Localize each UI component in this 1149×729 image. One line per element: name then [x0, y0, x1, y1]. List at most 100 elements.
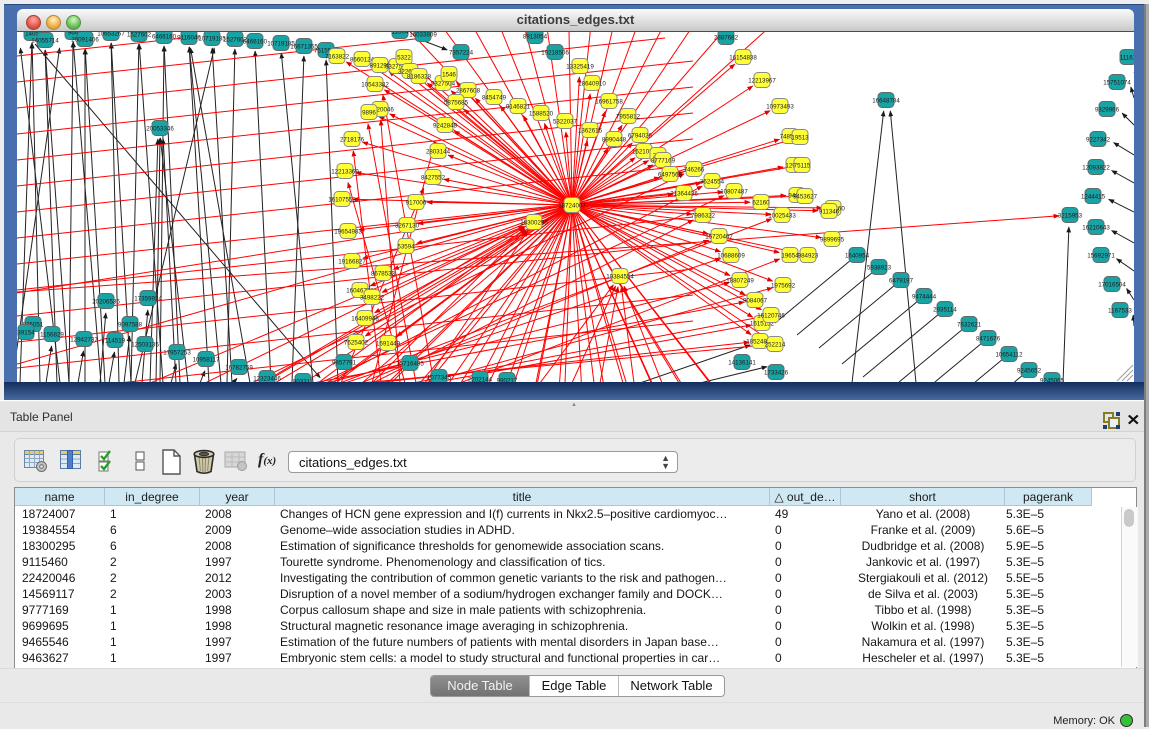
svg-text:9777169: 9777169 [651, 158, 676, 165]
svg-text:8678533: 8678533 [371, 271, 396, 278]
svg-text:7986322: 7986322 [691, 213, 716, 220]
svg-text:7625402: 7625402 [344, 340, 369, 347]
svg-text:21364436: 21364436 [670, 191, 698, 198]
svg-text:18640910: 18640910 [578, 81, 606, 88]
svg-text:9899695: 9899695 [820, 237, 845, 244]
svg-text:19218506: 19218506 [541, 50, 569, 57]
svg-text:8186328: 8186328 [407, 74, 432, 81]
svg-text:3215953: 3215953 [1058, 213, 1083, 220]
svg-text:1975692: 1975692 [771, 283, 796, 290]
svg-text:12093822: 12093822 [1082, 165, 1110, 172]
svg-text:9245652: 9245652 [1017, 368, 1042, 375]
svg-text:11161: 11161 [1120, 55, 1134, 62]
svg-text:2202144: 2202144 [468, 377, 493, 383]
svg-text:10543382: 10543382 [361, 82, 389, 89]
svg-text:15751074: 15751074 [1103, 80, 1131, 87]
svg-text:19654983: 19654983 [334, 229, 362, 236]
svg-text:9245065: 9245065 [1040, 378, 1065, 383]
svg-text:990217: 990217 [497, 378, 518, 383]
svg-text:7955812: 7955812 [616, 114, 641, 121]
svg-text:9453627: 9453627 [793, 194, 818, 201]
svg-text:7163822: 7163822 [325, 54, 350, 61]
svg-text:2887682: 2887682 [714, 35, 739, 42]
svg-text:8471676: 8471676 [976, 336, 1001, 343]
svg-text:252214: 252214 [765, 342, 786, 349]
svg-text:15716485: 15716485 [396, 361, 424, 368]
svg-text:5322037: 5322037 [553, 119, 578, 126]
svg-text:3498222: 3498222 [360, 295, 385, 302]
svg-text:15692971: 15692971 [1087, 253, 1115, 260]
svg-text:8813054: 8813054 [523, 34, 548, 41]
svg-text:16409948: 16409948 [351, 316, 379, 323]
svg-text:9242848: 9242848 [433, 123, 458, 130]
svg-text:114519: 114519 [105, 338, 126, 345]
svg-text:9896: 9896 [362, 110, 376, 117]
svg-text:6794028: 6794028 [628, 133, 653, 140]
svg-text:9084067: 9084067 [743, 298, 768, 305]
svg-text:9857791: 9857791 [332, 360, 357, 367]
svg-text:3624554: 3624554 [700, 179, 725, 186]
svg-text:17016504: 17016504 [1098, 282, 1126, 289]
svg-text:6479197: 6479197 [889, 278, 914, 285]
svg-text:12323446: 12323446 [253, 376, 281, 383]
svg-text:911346: 911346 [819, 209, 840, 216]
svg-text:20206536: 20206536 [92, 299, 120, 306]
svg-text:1167533: 1167533 [1108, 308, 1132, 315]
svg-text:19166827: 19166827 [338, 259, 366, 266]
svg-text:8990448: 8990448 [602, 137, 627, 144]
svg-text:6466160: 6466160 [243, 39, 268, 46]
svg-text:53594: 53594 [397, 244, 415, 251]
svg-text:1733426: 1733426 [764, 370, 789, 377]
svg-text:19654: 19654 [781, 253, 799, 260]
svg-text:16961758: 16961758 [595, 99, 623, 106]
svg-text:903311: 903311 [293, 379, 314, 383]
svg-text:1527602: 1527602 [127, 32, 152, 39]
svg-text:9474444: 9474444 [912, 294, 937, 301]
svg-text:12213369: 12213369 [331, 169, 359, 176]
svg-text:1691449: 1691449 [376, 341, 401, 348]
svg-text:1244415: 1244415 [1081, 194, 1106, 201]
svg-text:1362615: 1362615 [578, 128, 603, 135]
svg-text:1546: 1546 [442, 72, 456, 79]
svg-text:5322: 5322 [397, 55, 411, 62]
svg-text:16648784: 16648784 [872, 98, 900, 105]
svg-text:2803144: 2803144 [426, 149, 451, 156]
svg-text:2935114: 2935114 [933, 307, 957, 314]
svg-text:18300295: 18300295 [520, 220, 548, 227]
svg-text:1640954: 1640954 [845, 253, 870, 260]
svg-text:15720407: 15720407 [705, 234, 733, 241]
svg-text:14055714: 14055714 [31, 38, 59, 45]
svg-text:62160: 62160 [752, 200, 770, 207]
svg-text:746266: 746266 [684, 167, 705, 174]
svg-text:1077345: 1077345 [427, 375, 452, 382]
svg-text:2867608: 2867608 [456, 88, 481, 95]
svg-text:16120746: 16120746 [757, 313, 785, 320]
svg-text:9097588: 9097588 [118, 322, 143, 329]
svg-text:8454749: 8454749 [482, 95, 507, 102]
svg-text:9329966: 9329966 [1095, 107, 1120, 114]
svg-text:14136141: 14136141 [728, 360, 756, 367]
svg-text:12213967: 12213967 [748, 78, 776, 85]
svg-text:18724007: 18724007 [558, 203, 586, 210]
svg-text:6466160: 6466160 [152, 34, 177, 41]
svg-text:3267130: 3267130 [395, 223, 420, 230]
svg-text:20053346: 20053346 [146, 126, 174, 133]
svg-text:39154: 39154 [17, 330, 35, 337]
svg-text:9146821: 9146821 [506, 104, 531, 111]
svg-text:18807249: 18807249 [726, 278, 754, 285]
svg-text:7357224: 7357224 [449, 50, 474, 57]
svg-text:2718176: 2718176 [340, 137, 365, 144]
svg-text:19384554: 19384554 [606, 274, 634, 281]
svg-text:12503135: 12503135 [131, 342, 159, 349]
svg-text:16782759: 16782759 [225, 365, 253, 372]
svg-text:1156829: 1156829 [40, 332, 64, 339]
svg-text:17359924: 17359924 [134, 296, 162, 303]
svg-text:75115: 75115 [794, 163, 811, 170]
svg-text:12942737: 12942737 [70, 337, 98, 344]
svg-text:6497568: 6497568 [658, 172, 683, 179]
svg-text:19513: 19513 [791, 135, 809, 142]
svg-text:16154838: 16154838 [729, 55, 757, 62]
svg-text:7632621: 7632621 [957, 322, 982, 329]
svg-text:10958117: 10958117 [192, 357, 220, 364]
svg-text:10807487: 10807487 [720, 189, 748, 196]
